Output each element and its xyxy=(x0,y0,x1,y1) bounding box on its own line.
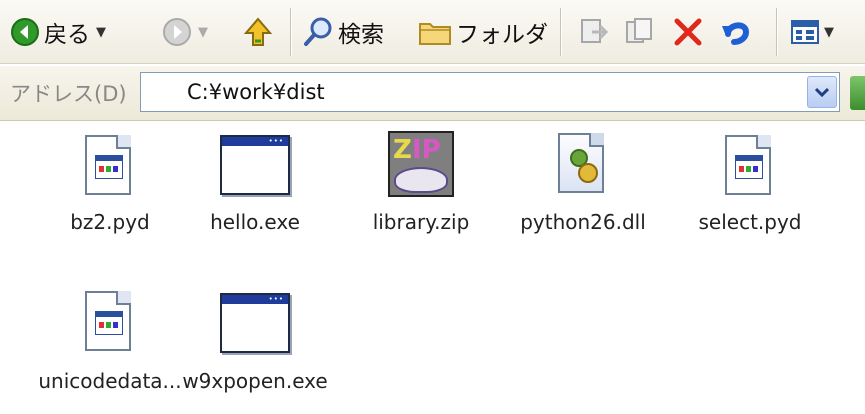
file-item[interactable]: python26.dll xyxy=(508,125,658,234)
file-item[interactable]: Z IP library.zip xyxy=(346,125,496,234)
forward-dropdown-icon[interactable]: ▼ xyxy=(198,25,208,40)
toolbar-separator xyxy=(560,8,561,56)
copy-to-button[interactable] xyxy=(624,10,656,54)
zip-file-icon: Z IP xyxy=(388,131,454,197)
pyd-file-icon xyxy=(85,135,135,197)
up-button[interactable] xyxy=(242,10,272,54)
undo-icon xyxy=(722,22,750,45)
back-button[interactable]: 戻る ▼ xyxy=(10,10,106,54)
exe-file-icon: ••• xyxy=(220,293,290,353)
forward-button[interactable]: ▼ xyxy=(162,10,208,54)
pyd-file-icon xyxy=(725,135,775,197)
copy-to-icon xyxy=(626,18,652,43)
exe-file-icon: ••• xyxy=(220,135,290,195)
address-field[interactable]: C:¥work¥dist xyxy=(140,72,840,112)
toolbar-separator xyxy=(290,8,291,56)
pyd-file-icon xyxy=(85,291,135,353)
back-label: 戻る xyxy=(44,22,90,48)
back-arrow-icon xyxy=(11,18,39,46)
file-name: python26.dll xyxy=(520,210,646,234)
folder-icon xyxy=(419,23,451,45)
address-label: アドレス(D) xyxy=(10,82,127,106)
forward-arrow-icon xyxy=(163,18,191,46)
folders-label: フォルダ xyxy=(456,22,548,48)
file-item[interactable]: bz2.pyd xyxy=(35,125,185,234)
views-dropdown-icon[interactable]: ▼ xyxy=(824,25,834,40)
move-to-button[interactable] xyxy=(578,10,610,54)
back-dropdown-icon[interactable]: ▼ xyxy=(96,25,106,40)
file-item[interactable]: unicodedata... xyxy=(35,285,185,393)
undo-button[interactable] xyxy=(720,10,754,54)
folders-button[interactable]: フォルダ xyxy=(418,10,548,54)
file-name: select.pyd xyxy=(698,210,802,234)
address-value[interactable]: C:¥work¥dist xyxy=(187,80,325,104)
views-button[interactable]: ▼ xyxy=(790,10,834,54)
up-folder-icon xyxy=(243,17,272,46)
toolbar-separator xyxy=(776,8,777,56)
search-button[interactable]: 検索 xyxy=(302,10,384,54)
file-item[interactable]: select.pyd xyxy=(675,125,825,234)
file-item[interactable]: ••• w9xpopen.exe xyxy=(180,285,330,393)
delete-icon xyxy=(674,18,702,46)
move-to-icon xyxy=(581,19,609,43)
address-dropdown-button[interactable] xyxy=(807,76,837,108)
chevron-down-icon xyxy=(815,87,829,97)
file-name: w9xpopen.exe xyxy=(182,369,328,393)
address-bar: アドレス(D) C:¥work¥dist xyxy=(0,66,865,121)
search-label: 検索 xyxy=(338,22,384,48)
delete-button[interactable] xyxy=(672,10,704,54)
file-item[interactable]: ••• hello.exe xyxy=(180,125,330,234)
dll-file-icon xyxy=(558,133,608,195)
toolbar: 戻る ▼ ▼ 検索 フォルダ ▼ xyxy=(0,0,865,64)
views-icon xyxy=(791,20,819,44)
search-icon xyxy=(304,17,332,46)
go-button[interactable] xyxy=(850,76,865,110)
file-name: hello.exe xyxy=(210,210,300,234)
